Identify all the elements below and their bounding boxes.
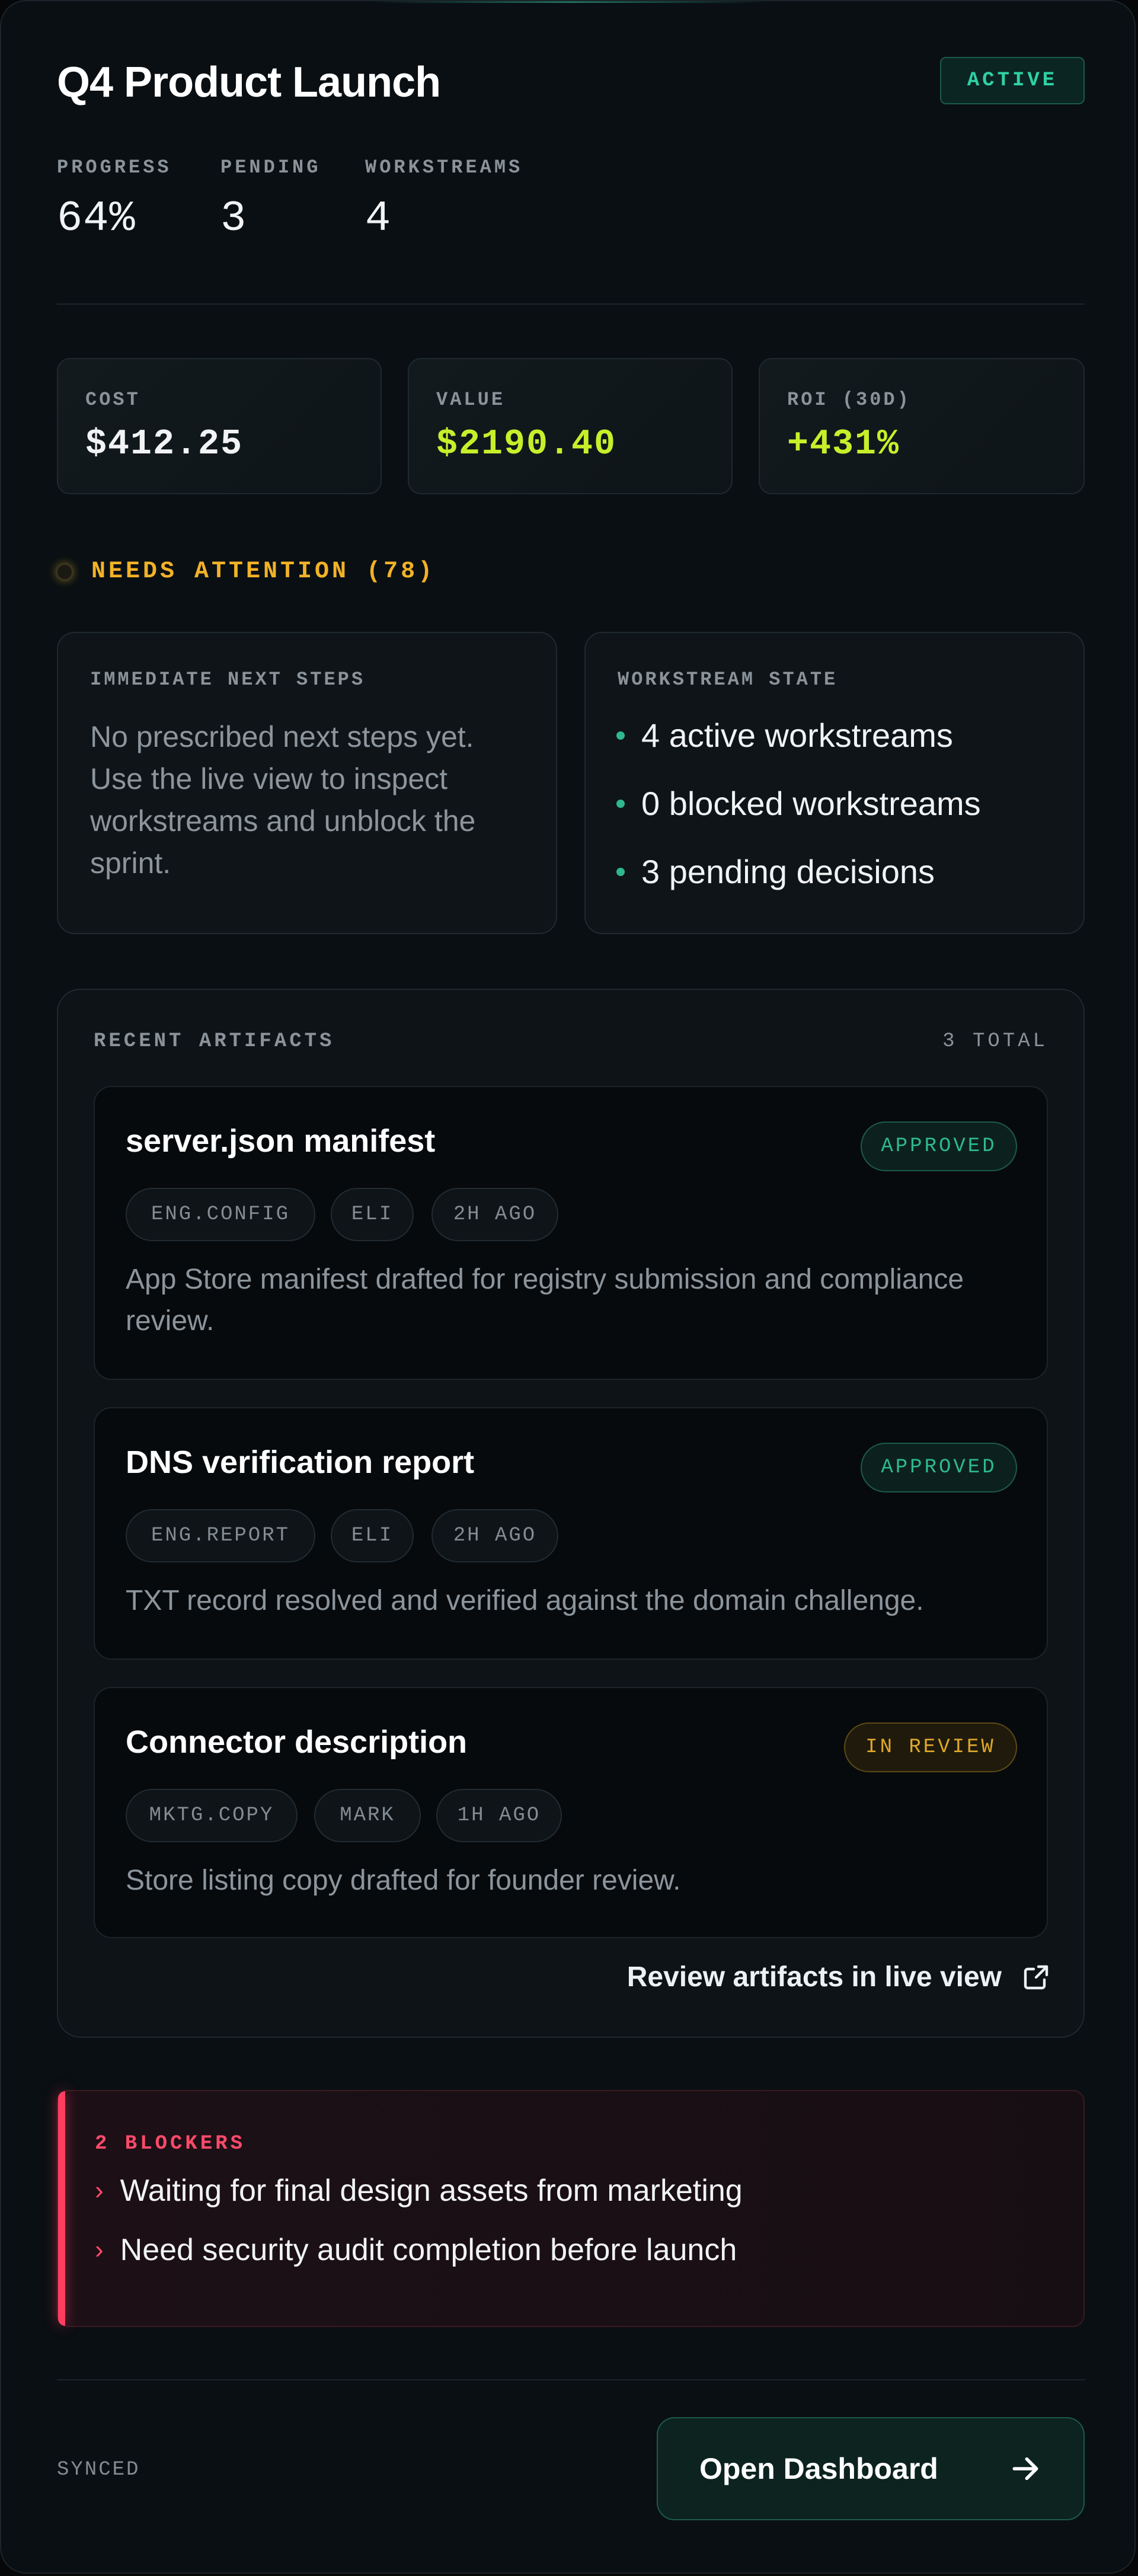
artifact-name: DNS verification report	[126, 1444, 475, 1480]
metric-cost-value: $412.25	[85, 424, 244, 465]
open-dashboard-label: Open Dashboard	[699, 2452, 938, 2485]
workstream-state-text: 3 pending decisions	[641, 853, 935, 890]
artifact-card[interactable]: server.json manifest APPROVED ENG.CONFIG…	[94, 1086, 1048, 1380]
stat-pending-value: 3	[220, 194, 247, 243]
workstream-state-label: WORKSTREAM STATE	[618, 669, 838, 691]
review-artifacts-label: Review artifacts in live view	[626, 1961, 1002, 1993]
next-steps-label: IMMEDIATE NEXT STEPS	[90, 669, 366, 691]
metric-roi-value: +431%	[787, 424, 900, 465]
chevron-right-icon: ›	[95, 2176, 104, 2205]
bullet-dot-icon	[616, 731, 625, 740]
artifact-tag: 1H AGO	[436, 1789, 562, 1842]
artifact-tag: ENG.REPORT	[126, 1509, 315, 1562]
attention-indicator-icon	[56, 563, 73, 581]
artifact-status-badge: IN REVIEW	[844, 1722, 1017, 1772]
artifacts-total: 3 TOTAL	[942, 1030, 1048, 1053]
workstream-state-item: 0 blocked workstreams	[616, 784, 981, 823]
blocker-item: › Need security audit completion before …	[95, 2232, 737, 2268]
artifact-description: Store listing copy drafted for founder r…	[126, 1865, 681, 1896]
recent-artifacts-panel: RECENT ARTIFACTS 3 TOTAL server.json man…	[57, 989, 1085, 2038]
recent-artifacts-label: RECENT ARTIFACTS	[94, 1030, 335, 1053]
workstream-state-item: 3 pending decisions	[616, 852, 935, 891]
launch-card: Q4 Product Launch ACTIVE PROGRESS 64% PE…	[0, 0, 1136, 2574]
artifact-tag: MKTG.COPY	[126, 1789, 298, 1842]
metric-value-label: VALUE	[436, 389, 506, 411]
blocker-text: Need security audit completion before la…	[120, 2233, 737, 2267]
artifact-card[interactable]: DNS verification report APPROVED ENG.REP…	[94, 1407, 1048, 1660]
external-link-icon	[1024, 1965, 1049, 1989]
artifact-status-badge: APPROVED	[861, 1443, 1017, 1492]
next-steps-panel: IMMEDIATE NEXT STEPS No prescribed next …	[57, 632, 557, 934]
metric-roi: ROI (30D) +431%	[759, 358, 1085, 494]
workstream-state-panel: WORKSTREAM STATE 4 active workstreams 0 …	[584, 632, 1085, 934]
blockers-panel: 2 BLOCKERS › Waiting for final design as…	[57, 2090, 1085, 2327]
blocker-item: › Waiting for final design assets from m…	[95, 2173, 743, 2209]
divider	[57, 303, 1085, 305]
divider	[57, 2379, 1085, 2380]
arrow-right-icon	[1012, 2457, 1038, 2481]
artifact-description: TXT record resolved and verified against…	[126, 1585, 924, 1616]
attention-label: NEEDS ATTENTION (78)	[91, 558, 436, 585]
artifact-tag: ENG.CONFIG	[126, 1188, 315, 1241]
next-steps-text: No prescribed next steps yet. Use the li…	[90, 720, 476, 880]
sync-status: SYNCED	[57, 2459, 140, 2481]
top-glow	[369, 1, 772, 3]
open-dashboard-button[interactable]: Open Dashboard	[657, 2417, 1085, 2520]
metric-value-value: $2190.40	[436, 424, 617, 465]
stat-workstreams-value: 4	[365, 194, 392, 243]
metric-roi-label: ROI (30D)	[787, 389, 911, 411]
page-title: Q4 Product Launch	[57, 59, 441, 106]
stat-progress-value: 64%	[57, 194, 136, 243]
artifact-card[interactable]: Connector description IN REVIEW MKTG.COP…	[94, 1687, 1048, 1938]
artifact-tag: 2H AGO	[431, 1509, 558, 1562]
workstream-state-item: 4 active workstreams	[616, 716, 953, 755]
workstream-state-text: 4 active workstreams	[641, 717, 953, 754]
bullet-dot-icon	[616, 867, 625, 876]
artifact-status-badge: APPROVED	[861, 1121, 1017, 1171]
artifact-tag: 2H AGO	[431, 1188, 558, 1241]
artifact-tag: ELI	[331, 1509, 414, 1562]
artifact-name: server.json manifest	[126, 1123, 436, 1159]
chevron-right-icon: ›	[95, 2235, 104, 2264]
artifact-description: App Store manifest drafted for registry …	[126, 1264, 964, 1337]
blockers-label: 2 BLOCKERS	[95, 2133, 246, 2155]
blockers-accent-bar	[58, 2091, 65, 2326]
stat-pending-label: PENDING	[220, 156, 321, 178]
stat-progress-label: PROGRESS	[57, 156, 172, 178]
artifact-tag: MARK	[314, 1789, 421, 1842]
status-badge: ACTIVE	[940, 57, 1085, 104]
artifact-tag: ELI	[331, 1188, 414, 1241]
review-artifacts-link[interactable]: Review artifacts in live view	[58, 1961, 1050, 1993]
artifact-name: Connector description	[126, 1724, 468, 1760]
workstream-state-text: 0 blocked workstreams	[641, 785, 981, 822]
metric-value: VALUE $2190.40	[408, 358, 733, 494]
stat-workstreams-label: WORKSTREAMS	[365, 156, 523, 178]
metric-cost: COST $412.25	[57, 358, 382, 494]
metric-cost-label: COST	[85, 389, 140, 411]
blocker-text: Waiting for final design assets from mar…	[120, 2174, 743, 2208]
bullet-dot-icon	[616, 799, 625, 808]
